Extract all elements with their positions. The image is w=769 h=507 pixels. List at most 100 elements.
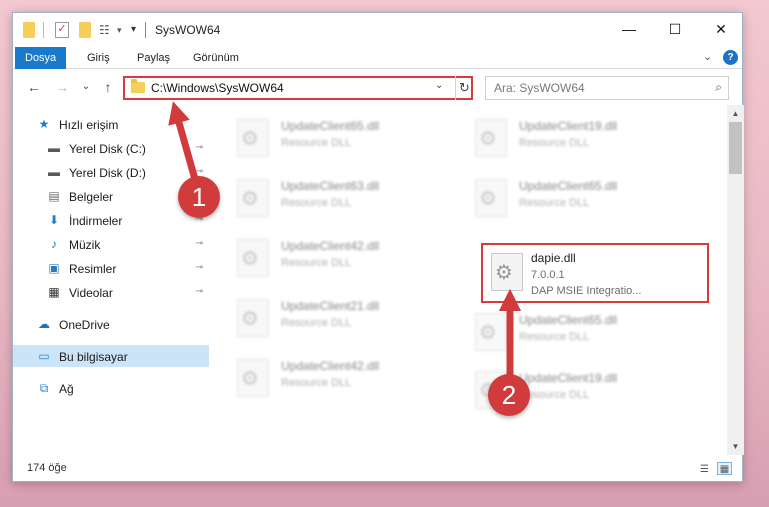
pin-icon[interactable]: ⊸ [195, 262, 203, 273]
step-2-badge: 2 [488, 374, 530, 416]
downloads-icon: ⬇ [48, 213, 60, 227]
file-tile[interactable]: UpdateClient65.dll Resource DLL [461, 305, 691, 359]
customize-toolbar-icon[interactable]: ▾ [131, 22, 141, 38]
dll-file-icon [475, 179, 507, 217]
file-type: Resource DLL [281, 137, 352, 149]
music-icon: ♪ [51, 237, 57, 251]
up-button[interactable]: ↑ [99, 77, 117, 97]
sidebar-item-local-disk-d[interactable]: ▬ Yerel Disk (D:) ⊸ [13, 161, 209, 183]
sidebar-item-label: Yerel Disk (C:) [69, 142, 146, 156]
sidebar-item-onedrive[interactable]: ☁ OneDrive [13, 313, 209, 335]
file-tile[interactable]: UpdateClient65.dll Resource DLL [223, 111, 453, 165]
file-name: dapie.dll [531, 251, 576, 265]
file-explorer-window: ✓ ☷ ▾ ▾ SysWOW64 — ☐ ✕ Dosya Giriş Payla… [12, 12, 744, 482]
item-count: 174 öğe [27, 462, 67, 474]
navigation-bar: ← → ⌄ ↑ C:\Windows\SysWOW64 ⌄ ↻ ⌕ [13, 70, 742, 104]
file-name: UpdateClient42.dll [281, 239, 380, 253]
dll-file-icon [491, 253, 523, 291]
file-name: UpdateClient19.dll [519, 371, 618, 385]
view-options-icon[interactable]: ☷ [99, 22, 113, 38]
drive-icon: ▬ [48, 165, 60, 179]
separator [145, 22, 146, 38]
file-tile[interactable]: UpdateClient21.dll Resource DLL [223, 291, 453, 345]
file-tile[interactable]: UpdateClient42.dll Resource DLL [223, 351, 453, 405]
tab-file[interactable]: Dosya [15, 47, 67, 69]
file-description: DAP MSIE Integratio... [531, 285, 642, 297]
search-input[interactable] [494, 81, 704, 95]
sidebar-item-label: Resimler [69, 262, 117, 276]
sidebar-item-music[interactable]: ♪ Müzik ⊸ [13, 233, 209, 255]
address-bar[interactable]: C:\Windows\SysWOW64 ⌄ ↻ [123, 76, 473, 100]
folder-icon [131, 79, 145, 93]
file-tile-dapie-dll[interactable]: dapie.dll 7.0.0.1 DAP MSIE Integratio... [481, 243, 709, 303]
status-bar: 174 öğe ☰ ▦ [13, 457, 742, 481]
file-type: Resource DLL [519, 137, 590, 149]
sidebar-item-network[interactable]: ⧉ Ağ [13, 377, 209, 399]
file-name: UpdateClient63.dll [281, 179, 380, 193]
sidebar-item-label: Müzik [69, 238, 101, 252]
scroll-up-button[interactable]: ▲ [727, 105, 744, 122]
search-box[interactable]: ⌕ [485, 76, 729, 100]
pin-icon[interactable]: ⊸ [195, 238, 203, 249]
window-title: SysWOW64 [155, 23, 221, 37]
sidebar-item-pictures[interactable]: ▣ Resimler ⊸ [13, 257, 209, 279]
documents-icon: ▤ [48, 189, 60, 203]
onedrive-icon: ☁ [38, 317, 50, 331]
search-icon[interactable]: ⌕ [715, 80, 722, 95]
refresh-button[interactable]: ↻ [455, 76, 473, 100]
separator [43, 22, 44, 38]
maximize-button[interactable]: ☐ [652, 13, 698, 45]
title-bar: ✓ ☷ ▾ ▾ SysWOW64 — ☐ ✕ [13, 13, 742, 45]
sidebar-item-videos[interactable]: ▦ Videolar ⊸ [13, 281, 209, 303]
forward-button[interactable]: → [53, 77, 71, 97]
dll-file-icon [237, 299, 269, 337]
sidebar-item-this-pc[interactable]: ▭ Bu bilgisayar [13, 345, 209, 367]
tab-share[interactable]: Paylaş [127, 47, 180, 69]
ribbon-tabs: Dosya Giriş Paylaş Görünüm ⌄ ? [13, 47, 742, 69]
sidebar-item-label: Belgeler [69, 190, 114, 204]
expand-ribbon-icon[interactable]: ⌄ [703, 50, 712, 63]
close-button[interactable]: ✕ [698, 13, 744, 45]
details-view-button[interactable]: ☰ [697, 462, 712, 475]
scroll-down-button[interactable]: ▼ [727, 438, 744, 455]
help-icon[interactable]: ? [723, 50, 738, 65]
back-button[interactable]: ← [25, 77, 43, 97]
step-1-badge: 1 [178, 176, 220, 218]
sidebar-item-label: OneDrive [59, 318, 110, 332]
properties-icon[interactable]: ✓ [55, 22, 69, 38]
sidebar-item-label: Yerel Disk (D:) [69, 166, 146, 180]
dll-file-icon [475, 313, 507, 351]
new-folder-icon[interactable] [79, 22, 91, 38]
sidebar-item-local-disk-c[interactable]: ▬ Yerel Disk (C:) ⊸ [13, 137, 209, 159]
pin-icon[interactable]: ⊸ [195, 142, 203, 153]
large-icons-view-button[interactable]: ▦ [717, 462, 732, 475]
file-tile[interactable]: UpdateClient42.dll Resource DLL [223, 231, 453, 285]
sidebar-item-label: Videolar [69, 286, 113, 300]
file-tile[interactable]: UpdateClient65.dll Resource DLL [461, 171, 691, 225]
folder-icon [23, 22, 35, 38]
chevron-down-icon[interactable]: ⌄ [435, 80, 443, 91]
file-type: Resource DLL [519, 331, 590, 343]
chevron-down-icon[interactable]: ▾ [117, 22, 127, 38]
file-name: UpdateClient65.dll [281, 119, 380, 133]
file-version: 7.0.0.1 [531, 269, 565, 281]
file-name: UpdateClient65.dll [519, 179, 618, 193]
file-type: Resource DLL [281, 377, 352, 389]
file-tile[interactable]: UpdateClient63.dll Resource DLL [223, 171, 453, 225]
pin-icon[interactable]: ⊸ [195, 286, 203, 297]
scroll-thumb[interactable] [729, 122, 742, 174]
recent-locations-button[interactable]: ⌄ [77, 77, 95, 97]
file-type: Resource DLL [281, 317, 352, 329]
address-path[interactable]: C:\Windows\SysWOW64 [151, 81, 284, 95]
dll-file-icon [475, 119, 507, 157]
tab-home[interactable]: Giriş [77, 47, 120, 69]
vertical-scrollbar[interactable]: ▲ ▼ [727, 105, 744, 455]
dll-file-icon [237, 239, 269, 277]
file-type: Resource DLL [281, 257, 352, 269]
sidebar-item-quick-access[interactable]: ★ Hızlı erişim [13, 113, 209, 135]
file-tile[interactable]: UpdateClient19.dll Resource DLL [461, 111, 691, 165]
minimize-button[interactable]: — [606, 13, 652, 45]
dll-file-icon [237, 359, 269, 397]
tab-view[interactable]: Görünüm [183, 47, 249, 69]
sidebar-item-downloads[interactable]: ⬇ İndirmeler ⊸ [13, 209, 209, 231]
